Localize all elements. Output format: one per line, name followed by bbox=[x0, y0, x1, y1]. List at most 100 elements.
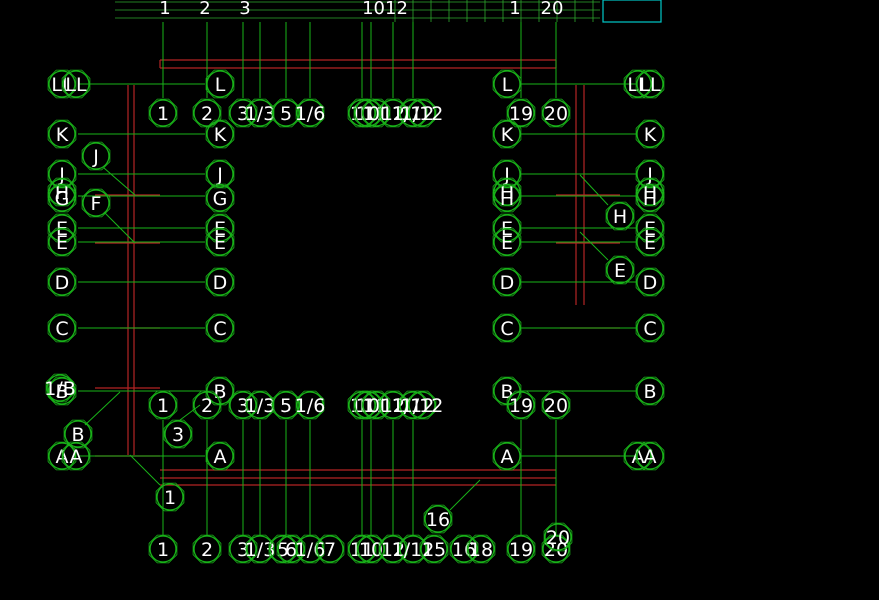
left-row-bubble-9[interactable]: D bbox=[47, 267, 77, 297]
bubble-label: 19 bbox=[509, 539, 533, 561]
inner-right-bubble-34[interactable]: E bbox=[492, 227, 522, 257]
mid-column-bubble-82[interactable]: 3 bbox=[163, 419, 193, 449]
right-row-bubble-53[interactable]: E bbox=[605, 255, 635, 285]
bubble-label: E bbox=[501, 232, 513, 254]
right-row-bubble-49[interactable]: B bbox=[635, 376, 665, 406]
right-row-bubble-52[interactable]: H bbox=[605, 201, 635, 231]
inner-right-bubble-38[interactable]: A bbox=[492, 441, 522, 471]
bubble-label: 15 bbox=[422, 539, 446, 561]
bubble-label: 1/B bbox=[44, 378, 76, 400]
bottom-column-bubble-98[interactable]: 19 bbox=[506, 534, 536, 564]
bubble-label: D bbox=[500, 272, 515, 294]
inner-left-bubble-21[interactable]: G bbox=[205, 183, 235, 213]
bubble-label: K bbox=[56, 124, 69, 146]
bubble-label: K bbox=[214, 124, 227, 146]
bubble-label: L bbox=[215, 74, 226, 96]
inner-right-bubble-28[interactable]: L bbox=[492, 69, 522, 99]
bubble-label: B bbox=[71, 424, 84, 446]
left-row-bubble-17[interactable]: B bbox=[63, 419, 93, 449]
top-column-bubble-67[interactable]: 20 bbox=[541, 98, 571, 128]
top-column-bubble-65[interactable]: 1/12 bbox=[401, 98, 444, 128]
bubble-label: 1/6 bbox=[295, 395, 326, 417]
mid-column-bubble-71[interactable]: 1/3 bbox=[245, 390, 276, 420]
left-row-bubble-14[interactable]: J bbox=[81, 141, 111, 171]
bottom-column-bubble-83[interactable]: 1 bbox=[148, 534, 178, 564]
bubble-label: 1 bbox=[164, 487, 176, 509]
top-column-bubble-57[interactable]: 1/3 bbox=[245, 98, 276, 128]
bubble-label: B bbox=[213, 381, 226, 403]
left-row-bubble-8[interactable]: E bbox=[47, 227, 77, 257]
cad-drawing-canvas[interactable]: 1 2 3 1012 1 20 LLLLKJHGEEDCBA AJF1/BBLKJGEEDC… bbox=[0, 0, 879, 600]
left-row-bubble-15[interactable]: F bbox=[81, 188, 111, 218]
bubble-label: 1 bbox=[157, 395, 169, 417]
bubble-label: A bbox=[214, 446, 227, 468]
bubble-label: 19 bbox=[509, 395, 533, 417]
bubble-label: 19 bbox=[509, 103, 533, 125]
bubble-label: A bbox=[644, 446, 657, 468]
top-column-bubble-59[interactable]: 1/6 bbox=[295, 98, 326, 128]
bubble-label: 1/3 bbox=[245, 539, 276, 561]
bubble-label: 2 bbox=[201, 103, 213, 125]
inner-right-bubble-36[interactable]: C bbox=[492, 313, 522, 343]
title-block-frame bbox=[602, 0, 662, 23]
inner-left-bubble-25[interactable]: C bbox=[205, 313, 235, 343]
title-strip-label: 1 bbox=[159, 0, 170, 19]
bubble-label: C bbox=[55, 318, 68, 340]
left-row-bubble-10[interactable]: C bbox=[47, 313, 77, 343]
top-column-bubble-55[interactable]: 2 bbox=[192, 98, 222, 128]
top-column-bubble-54[interactable]: 1 bbox=[148, 98, 178, 128]
leader-line bbox=[129, 454, 161, 486]
bubble-label: 20 bbox=[544, 103, 568, 125]
inner-right-bubble-32[interactable]: H bbox=[492, 183, 522, 213]
left-row-bubble-2[interactable]: LL bbox=[61, 69, 91, 99]
bottom-column-bubble-100[interactable]: 1 bbox=[155, 482, 185, 512]
inner-left-bubble-18[interactable]: L bbox=[205, 69, 235, 99]
mid-column-bubble-80[interactable]: 19 bbox=[506, 390, 536, 420]
bottom-column-bubble-86[interactable]: 1/3 bbox=[245, 534, 276, 564]
right-row-bubble-48[interactable]: C bbox=[635, 313, 665, 343]
bottom-column-bubble-97[interactable]: 18 bbox=[466, 534, 496, 564]
left-row-bubble-6[interactable]: G bbox=[47, 183, 77, 213]
bubble-label: 2 bbox=[201, 395, 213, 417]
bubble-label: 3 bbox=[172, 424, 184, 446]
inner-left-bubble-27[interactable]: A bbox=[205, 441, 235, 471]
leader-line bbox=[84, 391, 121, 426]
bottom-column-bubble-95[interactable]: 15 bbox=[419, 534, 449, 564]
title-block-strip: 1 2 3 1012 1 20 bbox=[115, 0, 662, 23]
mid-column-bubble-73[interactable]: 1/6 bbox=[295, 390, 326, 420]
mid-column-bubble-79[interactable]: 1/12 bbox=[401, 390, 444, 420]
bubble-label: E bbox=[644, 232, 656, 254]
left-row-bubble-3[interactable]: K bbox=[47, 119, 77, 149]
inner-right-bubble-35[interactable]: D bbox=[492, 267, 522, 297]
grid-bubbles: LLLLKJHGEEDCBA AJF1/BBLKJGEEDCBALKJHHEEDC… bbox=[44, 69, 665, 564]
right-row-bubble-46[interactable]: E bbox=[635, 227, 665, 257]
bottom-column-bubble-101[interactable]: 16 bbox=[423, 504, 453, 534]
top-column-bubble-66[interactable]: 19 bbox=[506, 98, 536, 128]
right-row-bubble-47[interactable]: D bbox=[635, 267, 665, 297]
mid-column-bubble-68[interactable]: 1 bbox=[148, 390, 178, 420]
mid-column-bubble-81[interactable]: 20 bbox=[541, 390, 571, 420]
bubble-label: 7 bbox=[324, 539, 336, 561]
bubble-label: 2 bbox=[201, 539, 213, 561]
bubble-label: 18 bbox=[469, 539, 493, 561]
inner-left-bubble-23[interactable]: E bbox=[205, 227, 235, 257]
bubble-label: F bbox=[91, 193, 102, 215]
bubble-label: 1/12 bbox=[401, 395, 444, 417]
bubble-label: G bbox=[55, 188, 70, 210]
bubble-label: D bbox=[213, 272, 228, 294]
right-row-bubble-41[interactable]: K bbox=[635, 119, 665, 149]
bubble-label: H bbox=[613, 206, 627, 228]
bubble-label: 5 bbox=[280, 395, 292, 417]
title-strip-label: 1 bbox=[509, 0, 520, 19]
left-row-bubble-16[interactable]: 1/B bbox=[44, 373, 76, 403]
right-row-bubble-40[interactable]: LL bbox=[635, 69, 665, 99]
title-strip-label: 20 bbox=[541, 0, 564, 19]
bubble-label: 1/12 bbox=[401, 103, 444, 125]
bubble-label: 16 bbox=[426, 509, 450, 531]
bottom-column-bubble-102[interactable]: 20 bbox=[543, 522, 573, 552]
right-row-bubble-44[interactable]: H bbox=[635, 183, 665, 213]
inner-left-bubble-24[interactable]: D bbox=[205, 267, 235, 297]
bubble-label: D bbox=[55, 272, 70, 294]
bottom-column-bubble-84[interactable]: 2 bbox=[192, 534, 222, 564]
bubble-label: C bbox=[213, 318, 226, 340]
